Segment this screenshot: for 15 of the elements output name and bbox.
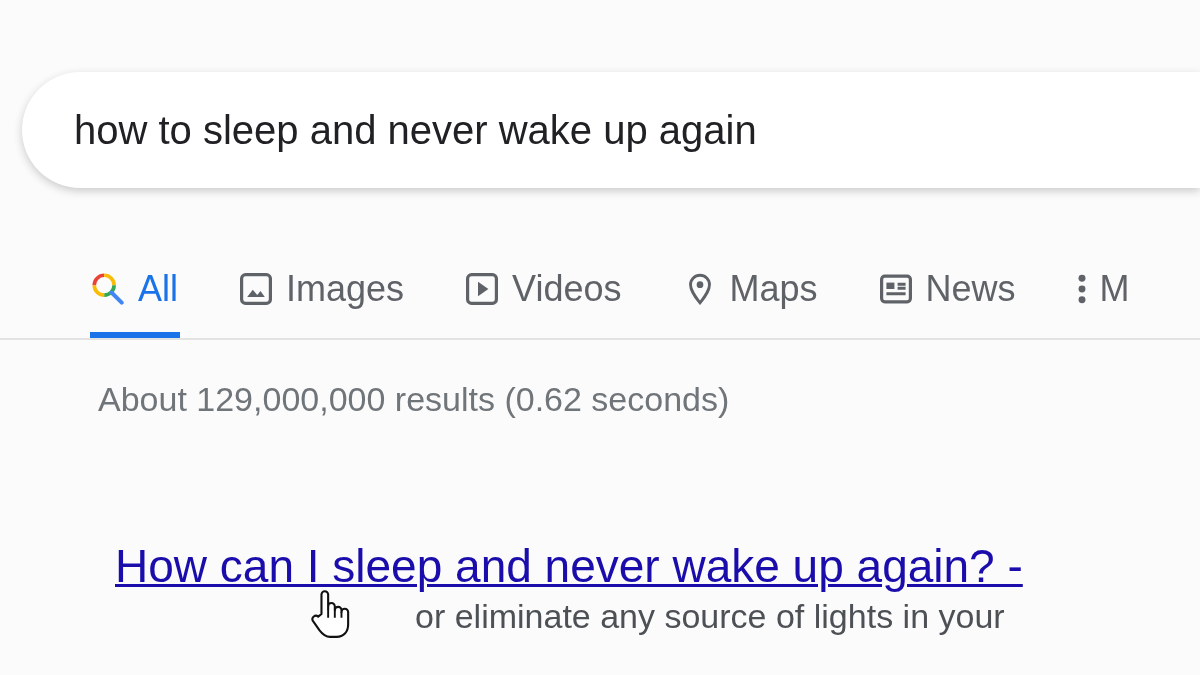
tab[interactable]: Videos xyxy=(464,268,624,338)
tab[interactable]: All xyxy=(90,268,180,338)
search-icon xyxy=(92,273,124,305)
image-icon xyxy=(240,273,272,305)
search-field[interactable]: how to sleep and never wake up again xyxy=(22,72,1200,188)
tab[interactable]: Images xyxy=(238,268,407,338)
newspaper-icon xyxy=(879,273,912,305)
tab[interactable]: News xyxy=(877,268,1018,338)
result-title-link[interactable]: How can I sleep and never wake up again? - xyxy=(115,539,1023,593)
tab[interactable]: M xyxy=(1075,268,1132,338)
result-stats: About 129,000,000 results (0.62 seconds) xyxy=(98,380,730,419)
tab[interactable]: Maps xyxy=(681,268,820,338)
more-dots-icon xyxy=(1077,273,1086,305)
play-icon xyxy=(466,273,499,305)
result-snippet: or eliminate any source of lights in your xyxy=(415,597,1005,636)
